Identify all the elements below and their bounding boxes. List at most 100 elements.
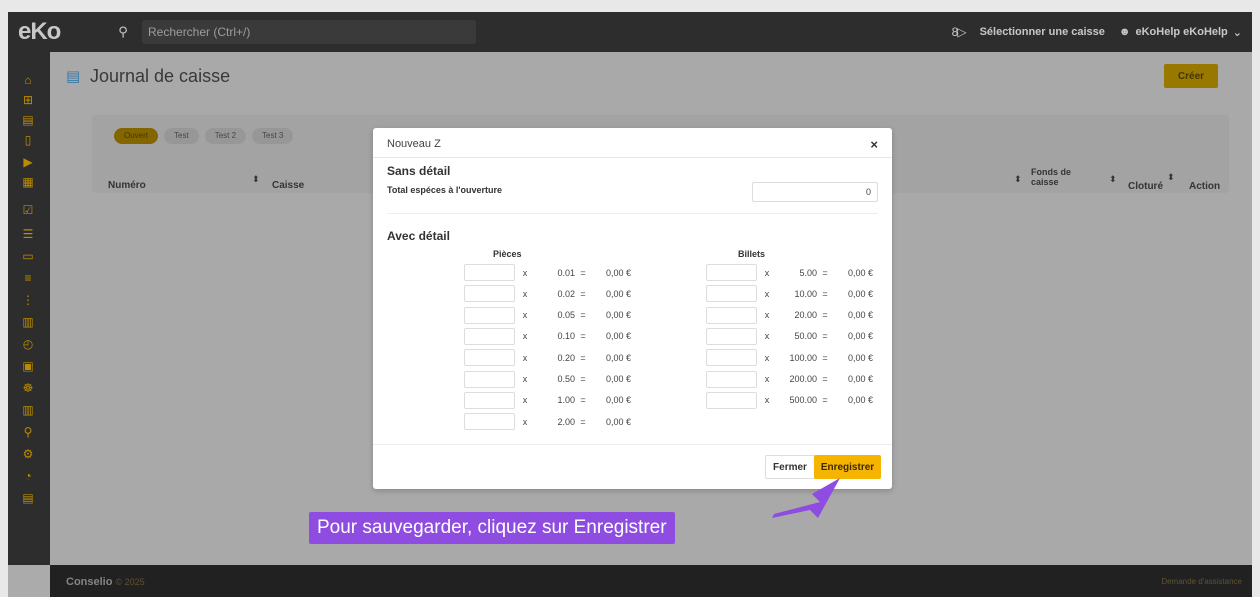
times-sign: x: [764, 395, 770, 406]
bills-row: x 5.00 = 0,00 €: [706, 264, 873, 281]
close-icon[interactable]: ×: [870, 137, 878, 152]
coins-row: x 0.10 = 0,00 €: [464, 327, 631, 345]
coins-row: x 0.20 = 0,00 €: [464, 349, 631, 367]
amount: 0,00 €: [605, 288, 631, 299]
times-sign: x: [522, 310, 528, 321]
bills-header: Billets: [738, 249, 766, 259]
amount: 0,00 €: [605, 331, 631, 342]
bills-quantity-input[interactable]: [706, 370, 757, 388]
coins-row: x 0.05 = 0,00 €: [464, 306, 631, 324]
denomination: 20.00: [794, 310, 817, 321]
times-sign: x: [764, 374, 770, 384]
coins-row: x 0.50 = 0,00 €: [464, 370, 631, 388]
equals-sign: =: [580, 331, 586, 342]
denomination: 10.00: [794, 288, 817, 299]
coins-quantity-input[interactable]: [464, 285, 515, 303]
times-sign: x: [522, 288, 528, 299]
new-z-modal: Nouveau Z × Sans détail Total espéces à …: [373, 128, 892, 489]
denomination: 0.10: [557, 331, 575, 342]
modal-title: Nouveau Z: [387, 138, 441, 150]
bills-row: x 10.00 = 0,00 €: [706, 285, 873, 303]
bills-quantity-input[interactable]: [706, 264, 757, 281]
times-sign: x: [522, 352, 528, 363]
denomination: 50.00: [794, 331, 817, 342]
total-label: Total espéces à l'ouverture: [387, 185, 503, 195]
coins-quantity-input[interactable]: [464, 327, 515, 345]
bills-quantity-input[interactable]: [706, 327, 757, 345]
equals-sign: =: [580, 352, 586, 363]
amount: 0,00 €: [847, 374, 873, 384]
amount: 0,00 €: [847, 267, 873, 278]
denomination: 200.00: [789, 374, 817, 384]
section-sans-detail: Sans détail: [387, 164, 451, 178]
times-sign: x: [764, 352, 770, 363]
amount: 0,00 €: [605, 395, 631, 406]
equals-sign: =: [822, 288, 828, 299]
times-sign: x: [764, 267, 770, 278]
denomination: 0.05: [557, 310, 575, 321]
equals-sign: =: [580, 288, 586, 299]
amount: 0,00 €: [605, 416, 631, 427]
coins-quantity-input[interactable]: [464, 370, 515, 388]
denomination: 0.01: [557, 267, 575, 278]
denomination: 0.50: [557, 374, 575, 384]
times-sign: x: [522, 416, 528, 427]
coins-quantity-input[interactable]: [464, 264, 515, 281]
coins-row: x 2.00 = 0,00 €: [464, 413, 631, 431]
divider: [373, 444, 892, 445]
denomination: 5.00: [799, 267, 817, 278]
coins-row: x 0.02 = 0,00 €: [464, 285, 631, 303]
tutorial-callout: Pour sauvegarder, cliquez sur Enregistre…: [309, 512, 675, 544]
times-sign: x: [764, 288, 770, 299]
bills-quantity-input[interactable]: [706, 285, 757, 303]
coins-row: x 1.00 = 0,00 €: [464, 391, 631, 409]
equals-sign: =: [580, 416, 586, 427]
equals-sign: =: [822, 395, 828, 406]
amount: 0,00 €: [605, 267, 631, 278]
equals-sign: =: [580, 310, 586, 321]
equals-sign: =: [580, 395, 586, 406]
amount: 0,00 €: [847, 288, 873, 299]
section-avec-detail: Avec détail: [387, 229, 450, 243]
equals-sign: =: [822, 267, 828, 278]
times-sign: x: [522, 267, 528, 278]
amount: 0,00 €: [605, 310, 631, 321]
bills-row: x 100.00 = 0,00 €: [706, 349, 873, 367]
bills-quantity-input[interactable]: [706, 306, 757, 324]
bills-row: x 20.00 = 0,00 €: [706, 306, 873, 324]
equals-sign: =: [822, 310, 828, 321]
bills-row: x 500.00 = 0,00 €: [706, 391, 873, 409]
denomination: 100.00: [789, 352, 817, 363]
coins-quantity-input[interactable]: [464, 391, 515, 409]
bills-row: x 200.00 = 0,00 €: [706, 370, 873, 388]
coins-quantity-input[interactable]: [464, 413, 515, 431]
denomination: 1.00: [557, 395, 575, 406]
coins-row: x 0.01 = 0,00 €: [464, 264, 631, 281]
amount: 0,00 €: [847, 395, 873, 406]
denomination: 0.20: [557, 352, 575, 363]
divider: [387, 213, 878, 214]
equals-sign: =: [580, 267, 586, 278]
arrow-icon: [772, 478, 840, 518]
bills-quantity-input[interactable]: [706, 349, 757, 367]
equals-sign: =: [580, 374, 586, 384]
bills-quantity-input[interactable]: [706, 391, 757, 409]
total-opening-input[interactable]: [752, 182, 878, 202]
bills-row: x 50.00 = 0,00 €: [706, 327, 873, 345]
equals-sign: =: [822, 352, 828, 363]
amount: 0,00 €: [847, 331, 873, 342]
amount: 0,00 €: [605, 352, 631, 363]
times-sign: x: [522, 374, 528, 384]
times-sign: x: [522, 395, 528, 406]
coins-quantity-input[interactable]: [464, 349, 515, 367]
denomination: 0.02: [557, 288, 575, 299]
amount: 0,00 €: [847, 310, 873, 321]
coins-quantity-input[interactable]: [464, 306, 515, 324]
equals-sign: =: [822, 331, 828, 342]
divider: [373, 157, 892, 158]
coins-header: Pièces: [493, 249, 522, 259]
times-sign: x: [522, 331, 528, 342]
denomination: 2.00: [557, 416, 575, 427]
times-sign: x: [764, 310, 770, 321]
denomination: 500.00: [789, 395, 817, 406]
